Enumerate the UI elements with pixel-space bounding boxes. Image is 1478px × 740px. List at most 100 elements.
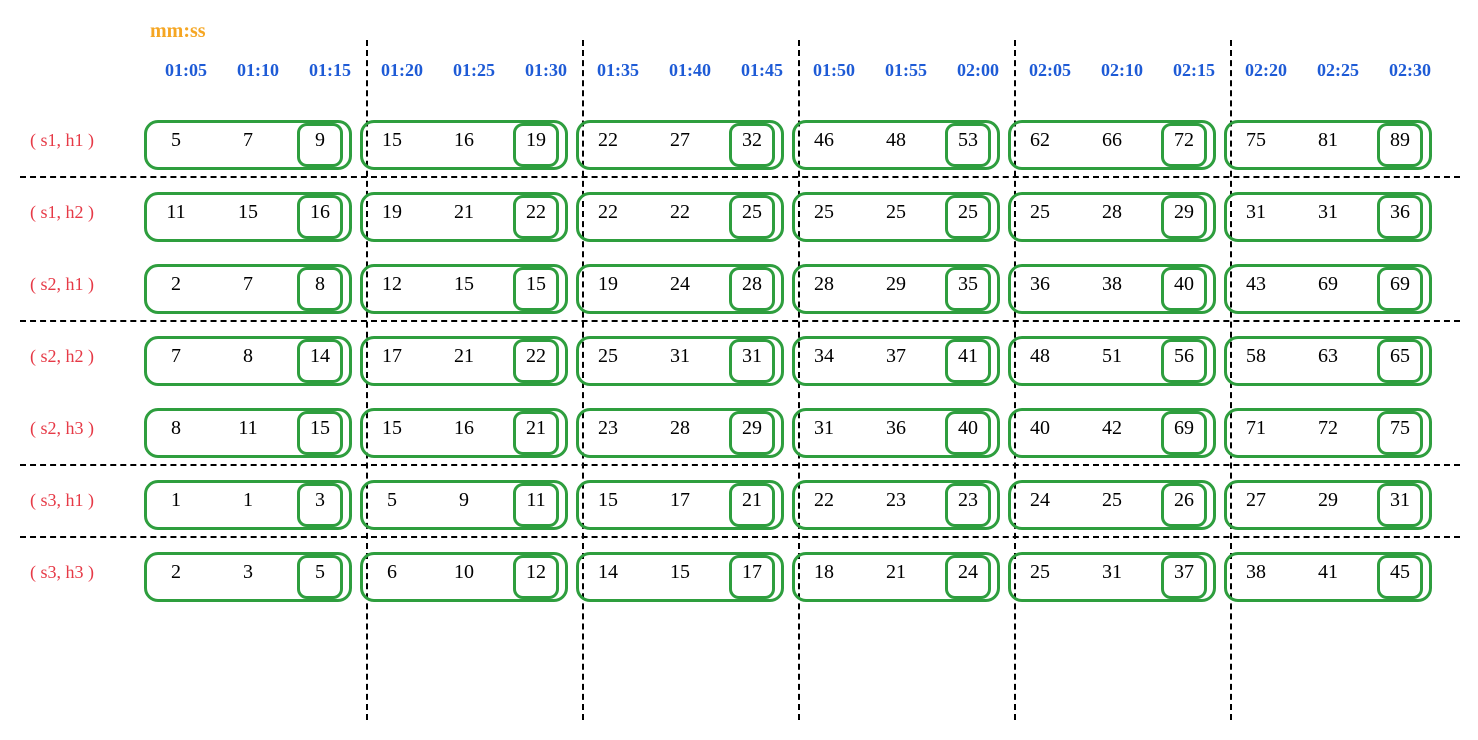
cell-1-2: 16 (284, 187, 356, 237)
cell-4-1: 11 (212, 403, 284, 453)
data-row-2: ( s2, h1 )278121515192428282935363840436… (20, 254, 1436, 314)
cell-2-11: 35 (932, 259, 1004, 309)
cell-6-2: 5 (284, 547, 356, 597)
cell-5-17: 31 (1364, 475, 1436, 525)
cell-1-13: 28 (1076, 187, 1148, 237)
cell-3-11: 41 (932, 331, 1004, 381)
cell-4-8: 29 (716, 403, 788, 453)
time-header-10: 01:55 (870, 60, 942, 81)
cell-6-11: 24 (932, 547, 1004, 597)
time-header-17: 02:30 (1374, 60, 1446, 81)
cell-3-13: 51 (1076, 331, 1148, 381)
cell-0-0: 5 (140, 115, 212, 165)
cell-0-12: 62 (1004, 115, 1076, 165)
cell-5-9: 22 (788, 475, 860, 525)
row-label-1: ( s1, h2 ) (20, 202, 140, 223)
cell-3-0: 7 (140, 331, 212, 381)
cell-1-0: 11 (140, 187, 212, 237)
cell-4-2: 15 (284, 403, 356, 453)
cell-1-1: 15 (212, 187, 284, 237)
cells-wrap-6: 23561012141517182124253137384145 (140, 547, 1436, 597)
horizontal-divider-0 (20, 176, 1460, 178)
time-header-11: 02:00 (942, 60, 1014, 81)
cell-2-12: 36 (1004, 259, 1076, 309)
row-label-4: ( s2, h3 ) (20, 418, 140, 439)
row-label-0: ( s1, h1 ) (20, 130, 140, 151)
cell-5-7: 17 (644, 475, 716, 525)
cells-wrap-0: 579151619222732464853626672758189 (140, 115, 1436, 165)
cell-6-4: 10 (428, 547, 500, 597)
cell-0-17: 89 (1364, 115, 1436, 165)
cell-2-0: 2 (140, 259, 212, 309)
horizontal-divider-3 (20, 536, 1460, 538)
cells-wrap-1: 111516192122222225252525252829313136 (140, 187, 1436, 237)
cell-6-15: 38 (1220, 547, 1292, 597)
cell-6-16: 41 (1292, 547, 1364, 597)
horizontal-divider-2 (20, 464, 1460, 466)
time-header-3: 01:20 (366, 60, 438, 81)
row-label-6: ( s3, h3 ) (20, 562, 140, 583)
cell-5-16: 29 (1292, 475, 1364, 525)
cell-5-10: 23 (860, 475, 932, 525)
cell-0-2: 9 (284, 115, 356, 165)
cell-5-5: 11 (500, 475, 572, 525)
cell-6-13: 31 (1076, 547, 1148, 597)
cell-5-8: 21 (716, 475, 788, 525)
cells-wrap-5: 1135911151721222323242526272931 (140, 475, 1436, 525)
cell-3-16: 63 (1292, 331, 1364, 381)
cell-6-5: 12 (500, 547, 572, 597)
horizontal-divider-1 (20, 320, 1460, 322)
cell-1-10: 25 (860, 187, 932, 237)
cell-4-10: 36 (860, 403, 932, 453)
cell-0-4: 16 (428, 115, 500, 165)
data-row-0: ( s1, h1 )579151619222732464853626672758… (20, 110, 1436, 170)
time-header-5: 01:30 (510, 60, 582, 81)
cell-6-0: 2 (140, 547, 212, 597)
cell-4-15: 71 (1220, 403, 1292, 453)
cell-0-14: 72 (1148, 115, 1220, 165)
cell-2-14: 40 (1148, 259, 1220, 309)
cell-1-8: 25 (716, 187, 788, 237)
cell-1-9: 25 (788, 187, 860, 237)
cell-3-6: 25 (572, 331, 644, 381)
cell-4-7: 28 (644, 403, 716, 453)
cell-5-2: 3 (284, 475, 356, 525)
cell-3-2: 14 (284, 331, 356, 381)
cell-5-11: 23 (932, 475, 1004, 525)
mmss-label: mm:ss (150, 20, 206, 43)
cell-4-11: 40 (932, 403, 1004, 453)
data-row-5: ( s3, h1 )113591115172122232324252627293… (20, 470, 1436, 530)
cell-0-8: 32 (716, 115, 788, 165)
data-row-1: ( s1, h2 )111516192122222225252525252829… (20, 182, 1436, 242)
cell-1-15: 31 (1220, 187, 1292, 237)
cell-1-11: 25 (932, 187, 1004, 237)
cell-3-10: 37 (860, 331, 932, 381)
cell-2-6: 19 (572, 259, 644, 309)
time-header-9: 01:50 (798, 60, 870, 81)
cell-2-1: 7 (212, 259, 284, 309)
cell-1-12: 25 (1004, 187, 1076, 237)
cell-2-3: 12 (356, 259, 428, 309)
cell-4-5: 21 (500, 403, 572, 453)
cell-5-6: 15 (572, 475, 644, 525)
cell-2-15: 43 (1220, 259, 1292, 309)
cell-0-15: 75 (1220, 115, 1292, 165)
cell-0-16: 81 (1292, 115, 1364, 165)
cell-2-16: 69 (1292, 259, 1364, 309)
time-header-6: 01:35 (582, 60, 654, 81)
cell-2-10: 29 (860, 259, 932, 309)
time-header-8: 01:45 (726, 60, 798, 81)
cell-1-17: 36 (1364, 187, 1436, 237)
cell-4-17: 75 (1364, 403, 1436, 453)
cell-4-0: 8 (140, 403, 212, 453)
cell-5-15: 27 (1220, 475, 1292, 525)
cell-6-8: 17 (716, 547, 788, 597)
cell-0-7: 27 (644, 115, 716, 165)
cell-0-1: 7 (212, 115, 284, 165)
cell-6-17: 45 (1364, 547, 1436, 597)
cell-2-4: 15 (428, 259, 500, 309)
cell-5-12: 24 (1004, 475, 1076, 525)
cell-6-1: 3 (212, 547, 284, 597)
cell-0-3: 15 (356, 115, 428, 165)
cell-3-12: 48 (1004, 331, 1076, 381)
